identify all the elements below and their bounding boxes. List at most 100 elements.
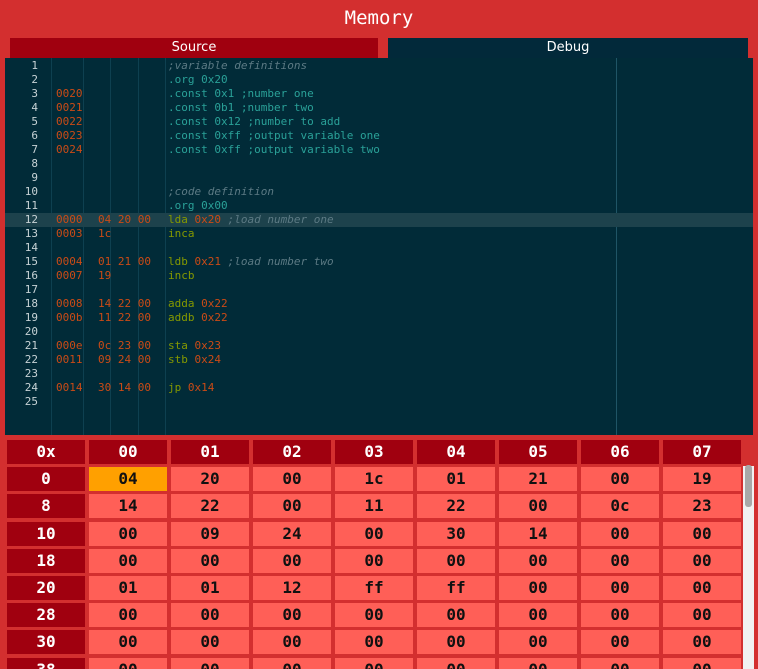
code-line[interactable]: 8: [5, 157, 753, 171]
code-line[interactable]: 13 0003 1c inca: [5, 227, 753, 241]
memory-cell[interactable]: 00: [335, 522, 413, 546]
memory-cell[interactable]: 00: [417, 630, 495, 654]
line-source: ;variable definitions: [168, 59, 307, 73]
code-token: .const 0xff ;output variable two: [168, 143, 380, 156]
memory-cell[interactable]: 23: [663, 494, 741, 518]
code-token: .org: [168, 73, 202, 86]
memory-cell[interactable]: 00: [499, 630, 577, 654]
code-line[interactable]: 23: [5, 367, 753, 381]
line-bytes: 04 20 00: [98, 213, 151, 226]
memory-cell[interactable]: 00: [581, 658, 659, 669]
memory-cell[interactable]: 00: [89, 549, 167, 573]
memory-cell[interactable]: 00: [663, 576, 741, 600]
memory-cell[interactable]: 21: [499, 467, 577, 491]
memory-cell[interactable]: 30: [417, 522, 495, 546]
code-line[interactable]: 1 ;variable definitions: [5, 59, 753, 73]
memory-cell[interactable]: 20: [171, 467, 249, 491]
code-line[interactable]: 17: [5, 283, 753, 297]
code-editor[interactable]: 1 ;variable definitions 2 .org 0x20 3 0020 .co…: [5, 58, 753, 435]
memory-cell[interactable]: 14: [499, 522, 577, 546]
memory-cell[interactable]: 00: [663, 549, 741, 573]
memory-cell[interactable]: 1c: [335, 467, 413, 491]
memory-cell[interactable]: 00: [663, 522, 741, 546]
tab-source[interactable]: Source: [10, 38, 378, 58]
memory-cell[interactable]: 00: [89, 630, 167, 654]
memory-cell[interactable]: 19: [663, 467, 741, 491]
memory-cell[interactable]: 00: [253, 630, 331, 654]
memory-cell[interactable]: 00: [663, 630, 741, 654]
memory-cell[interactable]: 00: [335, 603, 413, 627]
memory-cell[interactable]: 00: [499, 658, 577, 669]
memory-cell[interactable]: 00: [581, 467, 659, 491]
memory-cell-selected[interactable]: 04: [89, 467, 167, 491]
memory-cell[interactable]: 00: [171, 658, 249, 669]
code-line[interactable]: 22 0011 09 24 00 stb 0x24: [5, 353, 753, 367]
code-line[interactable]: 11 .org 0x00: [5, 199, 753, 213]
code-line[interactable]: 2 .org 0x20: [5, 73, 753, 87]
code-line[interactable]: 4 0021 .const 0b1 ;number two: [5, 101, 753, 115]
memory-cell[interactable]: 00: [581, 603, 659, 627]
memory-cell[interactable]: 00: [253, 549, 331, 573]
memory-cell[interactable]: 00: [89, 603, 167, 627]
code-line[interactable]: 15 0004 01 21 00 ldb 0x21 ;load number two: [5, 255, 753, 269]
memory-cell[interactable]: 00: [417, 603, 495, 627]
memory-column-header: 06: [581, 440, 659, 464]
code-line[interactable]: 20: [5, 325, 753, 339]
memory-cell[interactable]: 11: [335, 494, 413, 518]
memory-cell[interactable]: 00: [581, 576, 659, 600]
code-line[interactable]: 19 000b 11 22 00 addb 0x22: [5, 311, 753, 325]
memory-cell[interactable]: 22: [417, 494, 495, 518]
code-line[interactable]: 14: [5, 241, 753, 255]
memory-cell[interactable]: 00: [581, 522, 659, 546]
code-line[interactable]: 7 0024 .const 0xff ;output variable two: [5, 143, 753, 157]
memory-cell[interactable]: 00: [499, 603, 577, 627]
memory-cell[interactable]: 00: [253, 467, 331, 491]
memory-cell[interactable]: 24: [253, 522, 331, 546]
memory-scrollbar-thumb[interactable]: [745, 465, 752, 507]
code-line[interactable]: 9: [5, 171, 753, 185]
code-line[interactable]: 6 0023 .const 0xff ;output variable one: [5, 129, 753, 143]
code-line[interactable]: 24 0014 30 14 00 jp 0x14: [5, 381, 753, 395]
tab-debug[interactable]: Debug: [388, 38, 748, 58]
code-line[interactable]: 16 0007 19 incb: [5, 269, 753, 283]
memory-cell[interactable]: 00: [499, 576, 577, 600]
memory-cell[interactable]: ff: [335, 576, 413, 600]
memory-cell[interactable]: 14: [89, 494, 167, 518]
memory-cell[interactable]: 00: [417, 658, 495, 669]
line-address: 000b: [56, 311, 83, 324]
code-line[interactable]: 10 ;code definition: [5, 185, 753, 199]
memory-cell[interactable]: 12: [253, 576, 331, 600]
memory-cell[interactable]: 00: [89, 658, 167, 669]
memory-cell[interactable]: 01: [89, 576, 167, 600]
memory-cell[interactable]: 00: [581, 549, 659, 573]
code-line[interactable]: 12 0000 04 20 00 lda 0x20 ;load number one: [5, 213, 753, 227]
memory-cell[interactable]: 00: [171, 549, 249, 573]
memory-cell[interactable]: 00: [253, 494, 331, 518]
memory-cell[interactable]: 00: [499, 494, 577, 518]
line-number: 13: [24, 227, 38, 240]
memory-cell[interactable]: 00: [663, 603, 741, 627]
memory-cell[interactable]: 22: [171, 494, 249, 518]
code-line[interactable]: 5 0022 .const 0x12 ;number to add: [5, 115, 753, 129]
memory-cell[interactable]: 00: [663, 658, 741, 669]
memory-cell[interactable]: 00: [417, 549, 495, 573]
memory-cell[interactable]: 00: [335, 549, 413, 573]
memory-cell[interactable]: 00: [89, 522, 167, 546]
code-line[interactable]: 18 0008 14 22 00 adda 0x22: [5, 297, 753, 311]
memory-cell[interactable]: 00: [581, 630, 659, 654]
code-line[interactable]: 21 000e 0c 23 00 sta 0x23: [5, 339, 753, 353]
memory-cell[interactable]: 00: [335, 658, 413, 669]
memory-cell[interactable]: 00: [253, 658, 331, 669]
memory-cell[interactable]: 01: [417, 467, 495, 491]
memory-cell[interactable]: 01: [171, 576, 249, 600]
memory-cell[interactable]: ff: [417, 576, 495, 600]
code-line[interactable]: 25: [5, 395, 753, 409]
memory-cell[interactable]: 09: [171, 522, 249, 546]
memory-cell[interactable]: 00: [253, 603, 331, 627]
memory-cell[interactable]: 0c: [581, 494, 659, 518]
memory-cell[interactable]: 00: [335, 630, 413, 654]
code-line[interactable]: 3 0020 .const 0x1 ;number one: [5, 87, 753, 101]
memory-cell[interactable]: 00: [171, 630, 249, 654]
memory-cell[interactable]: 00: [171, 603, 249, 627]
memory-cell[interactable]: 00: [499, 549, 577, 573]
